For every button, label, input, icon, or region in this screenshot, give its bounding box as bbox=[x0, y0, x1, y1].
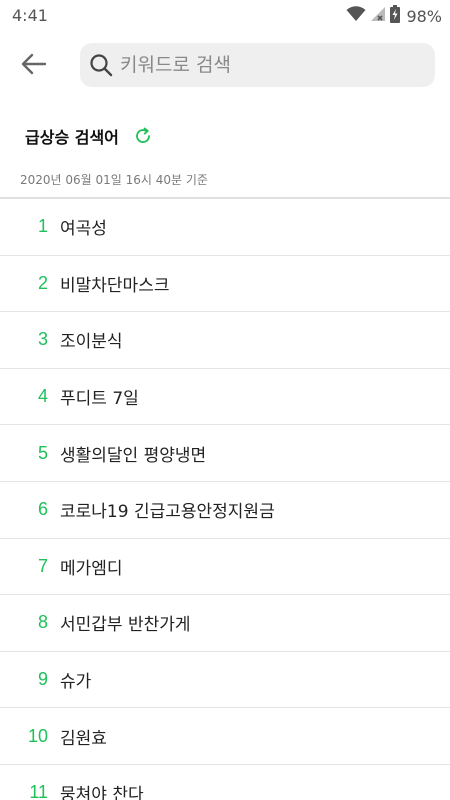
wifi-icon bbox=[346, 6, 366, 26]
trending-header: 급상승 검색어 bbox=[25, 124, 153, 148]
rank-keyword: 비말차단마스크 bbox=[60, 275, 170, 296]
ranking-item[interactable]: 1 여곡성 bbox=[0, 199, 450, 256]
rank-number: 4 bbox=[37, 386, 48, 407]
rank-number: 10 bbox=[27, 725, 48, 746]
back-arrow-icon bbox=[21, 53, 47, 79]
rank-number: 9 bbox=[37, 669, 48, 690]
battery-percent: 98% bbox=[406, 6, 442, 26]
ranking-item[interactable]: 3 조이분식 bbox=[0, 312, 450, 369]
rank-number: 1 bbox=[37, 216, 48, 237]
rank-keyword: 뭉쳐야 찬다 bbox=[60, 785, 144, 800]
timestamp: 2020년 06월 01일 16시 40분 기준 bbox=[20, 173, 208, 187]
status-icons: 98% bbox=[346, 5, 442, 27]
rank-number: 5 bbox=[37, 442, 48, 463]
search-icon bbox=[88, 52, 114, 78]
ranking-item[interactable]: 8 서민갑부 반찬가게 bbox=[0, 595, 450, 652]
rank-keyword: 조이분식 bbox=[60, 332, 123, 353]
search-input[interactable] bbox=[120, 54, 420, 76]
rank-keyword: 푸디트 7일 bbox=[60, 389, 139, 410]
search-header bbox=[0, 32, 450, 98]
ranking-item[interactable]: 4 푸디트 7일 bbox=[0, 369, 450, 426]
battery-charging-icon bbox=[390, 5, 401, 27]
search-box[interactable] bbox=[80, 43, 435, 87]
cell-signal-icon bbox=[370, 6, 386, 26]
ranking-item[interactable]: 5 생활의달인 평양냉면 bbox=[0, 425, 450, 482]
rank-keyword: 슈가 bbox=[60, 672, 92, 693]
ranking-item[interactable]: 9 슈가 bbox=[0, 652, 450, 709]
ranking-item[interactable]: 7 메가엠디 bbox=[0, 539, 450, 596]
rank-number: 11 bbox=[29, 782, 48, 800]
ranking-item[interactable]: 10 김원효 bbox=[0, 708, 450, 765]
rank-number: 7 bbox=[37, 555, 48, 576]
rank-keyword: 서민갑부 반찬가게 bbox=[60, 615, 191, 636]
rank-number: 8 bbox=[37, 612, 48, 633]
rank-keyword: 김원효 bbox=[60, 728, 107, 749]
rank-keyword: 생활의달인 평양냉면 bbox=[60, 445, 207, 466]
rank-keyword: 코로나19 긴급고용안정지원금 bbox=[60, 502, 275, 523]
section-title: 급상승 검색어 bbox=[25, 128, 119, 147]
rank-keyword: 메가엠디 bbox=[60, 558, 123, 579]
ranking-item[interactable]: 11 뭉쳐야 찬다 bbox=[0, 765, 450, 800]
refresh-icon[interactable] bbox=[133, 126, 153, 146]
status-bar: 4:41 98% bbox=[0, 0, 450, 32]
rank-number: 3 bbox=[37, 329, 48, 350]
rank-number: 2 bbox=[37, 272, 48, 293]
rank-number: 6 bbox=[37, 499, 48, 520]
status-time: 4:41 bbox=[12, 6, 48, 25]
back-button[interactable] bbox=[16, 48, 52, 84]
ranking-list: 1 여곡성 2 비말차단마스크 3 조이분식 4 푸디트 7일 5 생활의달인 평양냉면 6 코로나1… bbox=[0, 199, 450, 800]
rank-keyword: 여곡성 bbox=[60, 219, 107, 240]
ranking-item[interactable]: 2 비말차단마스크 bbox=[0, 256, 450, 313]
ranking-item[interactable]: 6 코로나19 긴급고용안정지원금 bbox=[0, 482, 450, 539]
